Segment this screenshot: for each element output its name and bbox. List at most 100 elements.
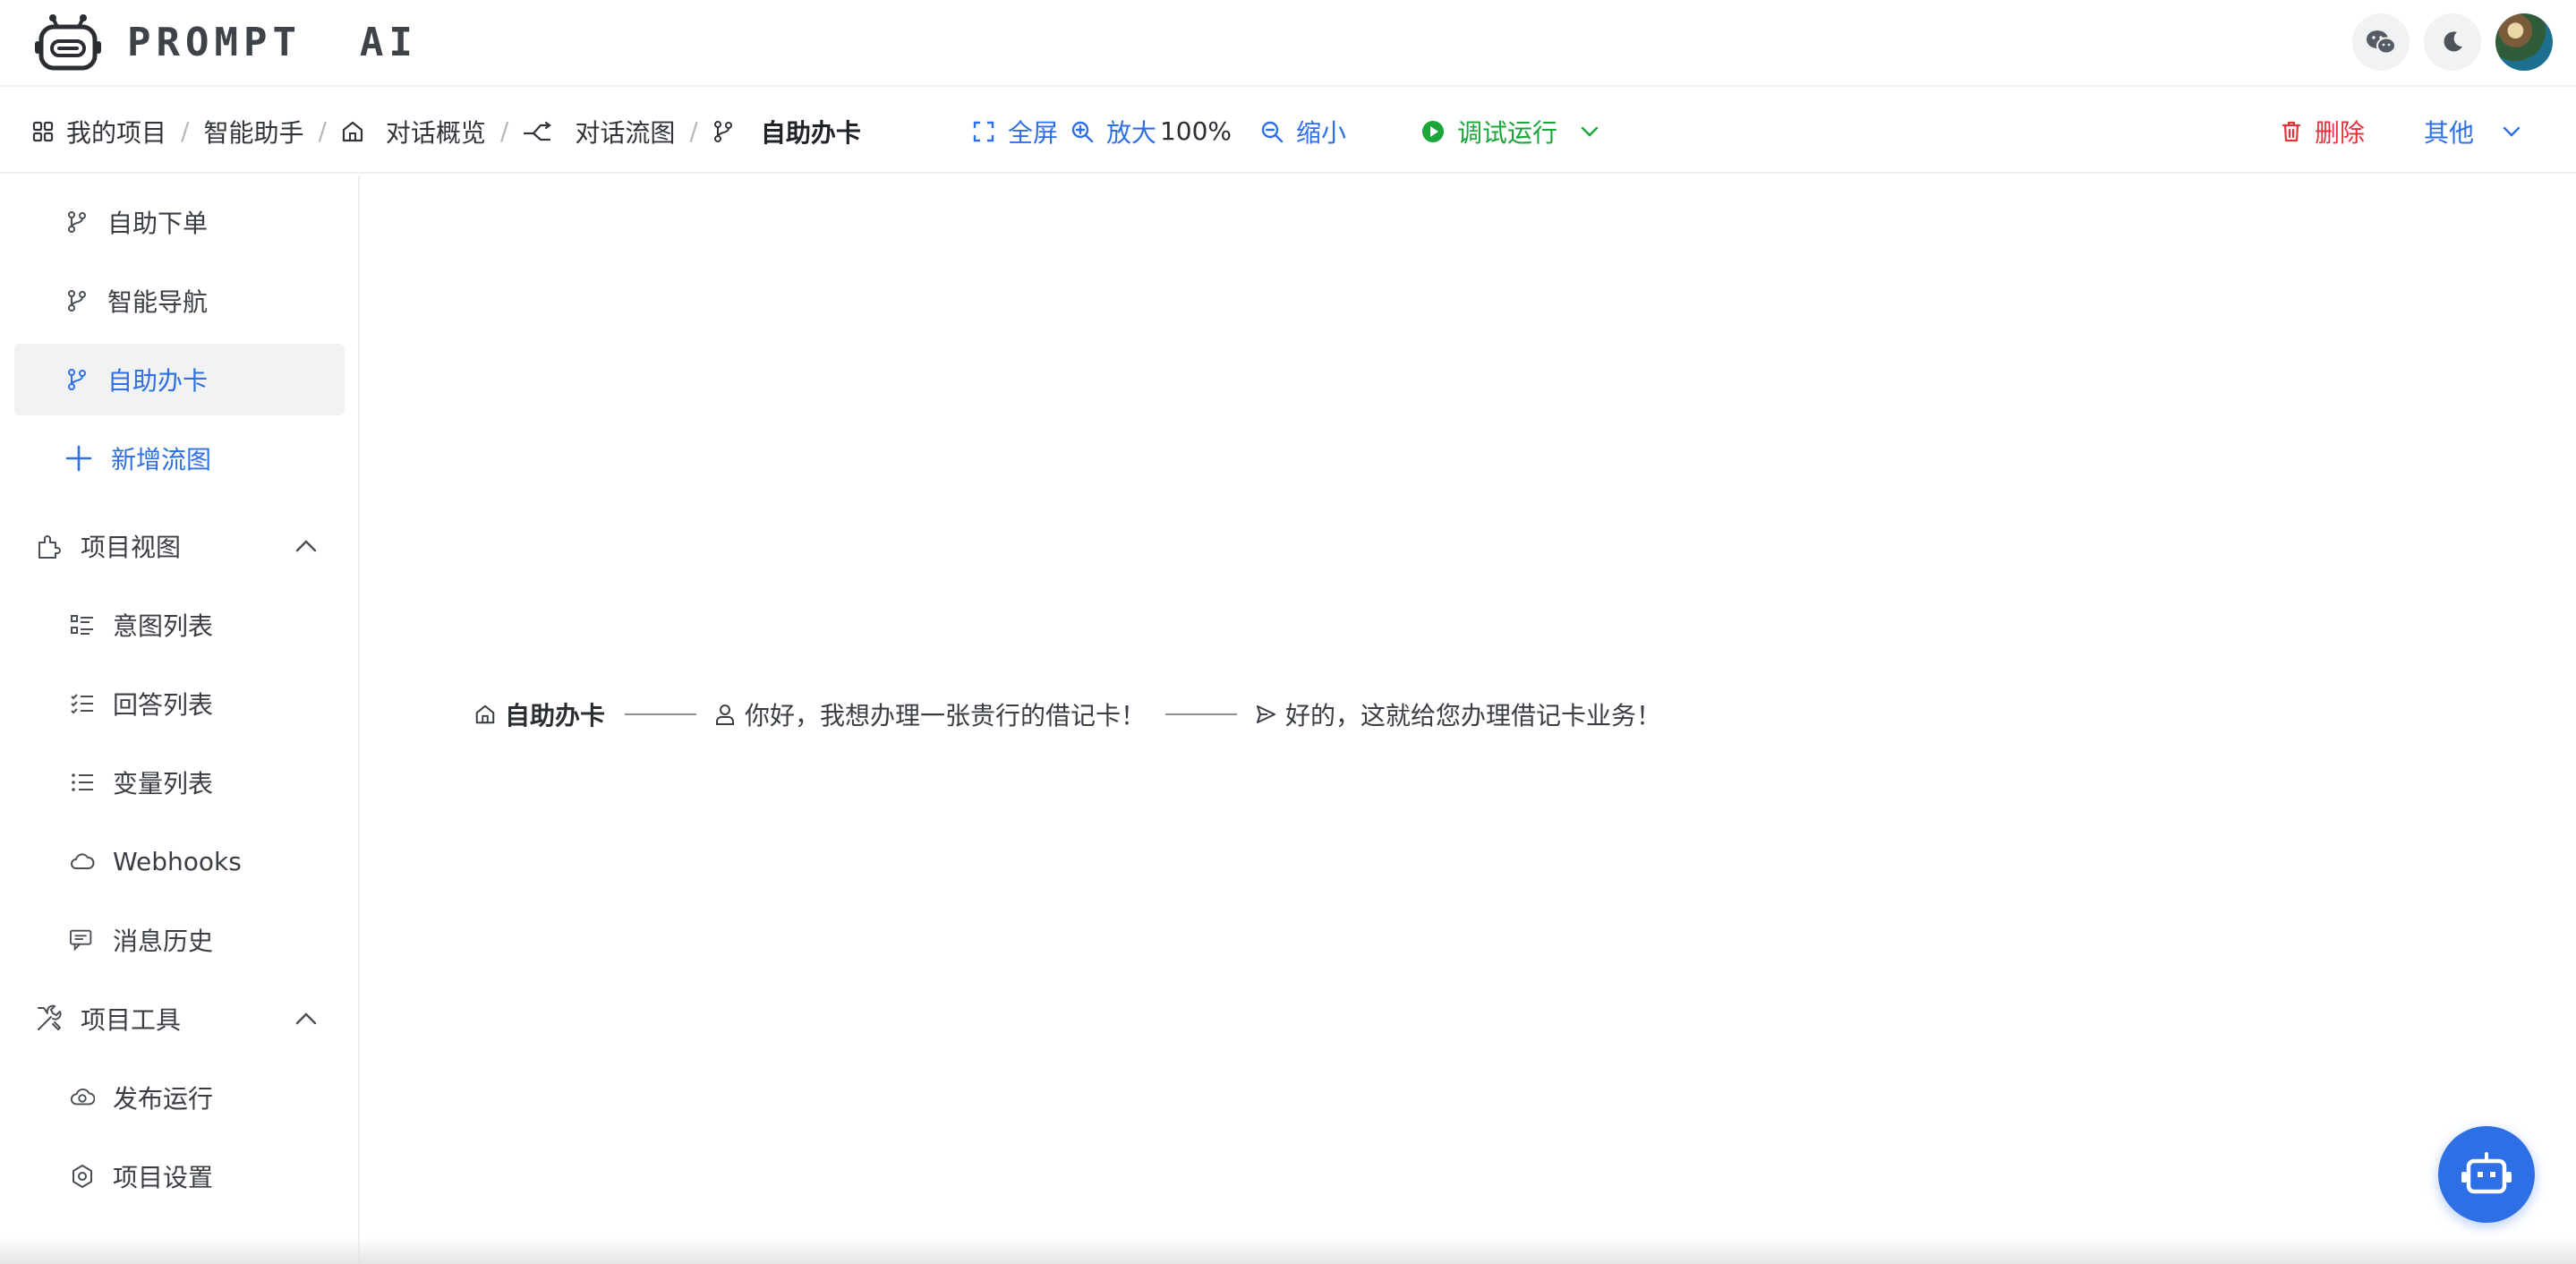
flow-path: 自助办卡 你好，我想办理一张贵行的借记卡！ 好的，这就给您办理借记卡业务！ (474, 695, 1661, 734)
sidebar-item-label: 发布运行 (113, 1084, 214, 1114)
sidebar-group-label: 项目工具 (81, 1005, 182, 1035)
sidebar-flow-self-order[interactable]: 自助下单 (14, 186, 345, 258)
flow-connector (625, 713, 697, 715)
debug-run-button[interactable]: 调试运行 (1421, 89, 1600, 174)
flow-connector (1165, 713, 1238, 715)
breadcrumb-assistant[interactable]: 智能助手 (203, 89, 303, 174)
zoom-out-button[interactable]: 缩小 (1260, 89, 1346, 174)
bottom-edge (0, 1237, 2576, 1264)
zoom-in-label: 放大 (1105, 117, 1156, 148)
fullscreen-button[interactable]: 全屏 (972, 89, 1058, 174)
robot-icon (2461, 1152, 2512, 1194)
sidebar-item-answer-list[interactable]: 回答列表 (14, 668, 345, 739)
sidebar-item-webhooks[interactable]: Webhooks (14, 825, 345, 897)
trash-icon (2282, 121, 2301, 141)
breadcrumb-separator: / (689, 116, 698, 146)
fullscreen-label: 全屏 (1007, 117, 1058, 148)
chevron-up-icon (295, 540, 317, 552)
cloud-icon (70, 849, 95, 874)
wechat-icon (2367, 30, 2396, 55)
breadcrumb-overview[interactable]: 对话概览 (341, 89, 486, 174)
flow-bot-node[interactable]: 好的，这就给您办理借记卡业务！ (1255, 696, 1661, 732)
sidebar-item-intent-list[interactable]: 意图列表 (14, 589, 345, 661)
zoom-in-button[interactable]: 放大 (1070, 89, 1156, 174)
app-root: PROMPT AI 我的项目 / 智能助手 / 对话概览 / 对话流图 / 自助… (0, 0, 2576, 1264)
zoom-out-label: 缩小 (1295, 117, 1346, 148)
sidebar-item-label: 消息历史 (113, 927, 214, 956)
home-icon (475, 705, 495, 724)
breadcrumb-separator: / (499, 116, 509, 146)
flow-root-label: 自助办卡 (505, 701, 606, 730)
debug-run-label: 调试运行 (1456, 117, 1557, 148)
flow-canvas[interactable]: 自助办卡 你好，我想办理一张贵行的借记卡！ 好的，这就给您办理借记卡业务！ (362, 175, 2576, 1264)
delete-button[interactable]: 删除 (2281, 89, 2365, 174)
sidebar-item-label: 项目设置 (113, 1163, 214, 1192)
grid-icon (32, 121, 54, 141)
breadcrumb-my-projects[interactable]: 我的项目 (32, 89, 166, 174)
top-bar: PROMPT AI (0, 0, 2576, 87)
sidebar-item-label: 智能导航 (107, 287, 209, 317)
checklist-icon (70, 691, 95, 716)
sidebar-item-label: 自助下单 (107, 209, 209, 238)
flow-root-node[interactable]: 自助办卡 (474, 696, 605, 732)
sidebar-flow-smart-nav[interactable]: 智能导航 (14, 265, 345, 337)
breadcrumb: 我的项目 / 智能助手 / 对话概览 / 对话流图 / 自助办卡 (32, 89, 861, 174)
branch-icon (64, 288, 90, 313)
sidebar-item-publish[interactable]: 发布运行 (14, 1062, 345, 1133)
breadcrumb-flowchart[interactable]: 对话流图 (523, 89, 675, 174)
breadcrumb-label: 对话概览 (385, 117, 486, 148)
zoom-in-icon (1071, 121, 1094, 142)
sidebar-item-message-history[interactable]: 消息历史 (14, 904, 345, 976)
zoom-out-icon (1261, 121, 1284, 142)
add-flow-label: 新增流图 (111, 445, 212, 474)
wechat-button[interactable] (2352, 13, 2410, 71)
breadcrumb-label: 智能助手 (203, 117, 304, 148)
sidebar-item-label: 意图列表 (113, 611, 214, 641)
breadcrumb-label: 对话流图 (575, 117, 676, 148)
branch-icon (713, 120, 732, 142)
other-menu-button[interactable]: 其他 (2424, 89, 2522, 174)
toolbar: 我的项目 / 智能助手 / 对话概览 / 对话流图 / 自助办卡 全屏 放大 1… (0, 89, 2576, 174)
sidebar-flow-self-card[interactable]: 自助办卡 (14, 344, 345, 415)
delete-label: 删除 (2314, 117, 2365, 148)
tools-icon (34, 1004, 64, 1034)
user-avatar[interactable] (2495, 13, 2553, 71)
sidebar-item-label: 自助办卡 (107, 366, 209, 396)
intent-list-icon (70, 612, 95, 637)
breadcrumb-label: 自助办卡 (760, 117, 861, 148)
puzzle-icon (34, 531, 64, 561)
sidebar-item-variable-list[interactable]: 变量列表 (14, 747, 345, 818)
cloud-upload-icon (70, 1085, 95, 1110)
theme-toggle-button[interactable] (2424, 13, 2481, 71)
breadcrumb-current: 自助办卡 (712, 89, 861, 174)
robot-logo-icon[interactable] (34, 13, 102, 73)
sidebar-group-project-view[interactable]: 项目视图 (0, 510, 360, 582)
flow-icon (524, 121, 552, 141)
flow-user-node[interactable]: 你好，我想办理一张贵行的借记卡！ (714, 696, 1146, 732)
breadcrumb-separator: / (181, 116, 190, 146)
plus-icon (64, 445, 93, 472)
settings-icon (70, 1164, 95, 1189)
moon-icon (2444, 31, 2462, 52)
sidebar-item-settings[interactable]: 项目设置 (14, 1140, 345, 1212)
chevron-down-icon (1581, 126, 1599, 137)
sidebar-group-project-tools[interactable]: 项目工具 (0, 983, 360, 1055)
play-icon (1421, 120, 1444, 142)
flow-bot-reply: 好的，这就给您办理借记卡业务！ (1285, 701, 1662, 730)
branch-icon (64, 209, 90, 235)
list-icon (70, 770, 95, 795)
add-flow-button[interactable]: 新增流图 (14, 423, 345, 494)
breadcrumb-label: 我的项目 (66, 117, 167, 148)
other-label: 其他 (2423, 117, 2474, 148)
chat-icon (70, 927, 95, 952)
flow-user-message: 你好，我想办理一张贵行的借记卡！ (745, 701, 1147, 730)
breadcrumb-separator: / (318, 116, 327, 146)
sidebar-group-label: 项目视图 (81, 533, 182, 562)
sidebar: 自助下单 智能导航 自助办卡 新增流图 项目视图 意图列表 回答列表 变量列表 … (0, 175, 360, 1264)
assistant-robot-button[interactable] (2438, 1126, 2535, 1223)
sidebar-item-label: Webhooks (113, 846, 242, 876)
chevron-up-icon (295, 1012, 317, 1025)
user-icon (716, 705, 735, 725)
send-icon (1257, 705, 1276, 723)
chevron-down-icon (2503, 126, 2521, 137)
